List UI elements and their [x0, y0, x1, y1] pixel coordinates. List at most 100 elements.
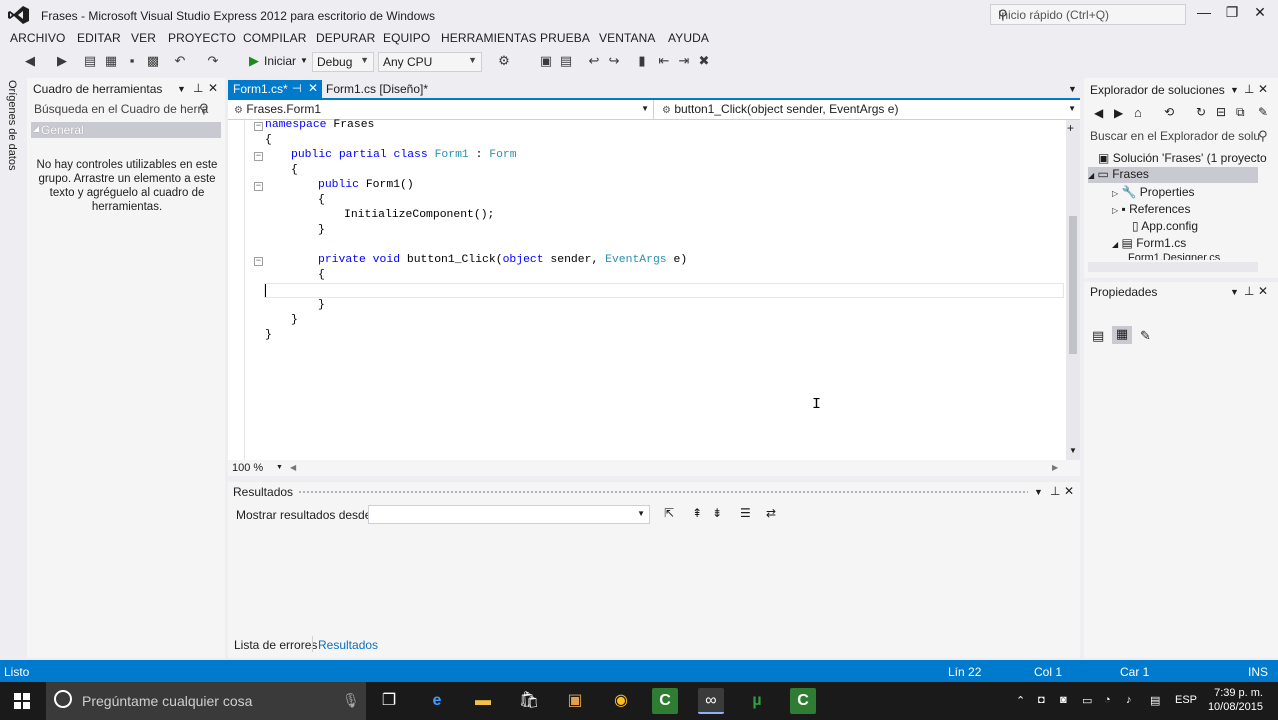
panel-menu-icon[interactable]: ▼ [1230, 287, 1239, 297]
menu-ventana[interactable]: VENTANA [599, 31, 656, 45]
toolbox-search-input[interactable]: Búsqueda en el Cuadro de herra ⚲ [27, 99, 225, 120]
fold-toggle[interactable]: − [254, 122, 263, 131]
tree-item-form1-cs[interactable]: ◢ ▤ Form1.cs [1112, 236, 1186, 250]
new-project-icon[interactable]: ▤ [82, 53, 98, 69]
save-all-icon[interactable]: ▩ [145, 53, 161, 69]
scroll-left-icon[interactable]: ◀ [290, 463, 296, 472]
pin-icon[interactable]: ⊣ [292, 82, 302, 95]
taskbar-clock[interactable]: 7:39 p. m. 10/08/2015 [1205, 686, 1263, 714]
file-explorer-icon[interactable]: ▬ [470, 688, 496, 714]
camtasia-recorder-icon[interactable]: C [790, 688, 816, 714]
word-wrap-icon[interactable]: ⇄ [766, 506, 776, 520]
show-all-files-icon[interactable]: ⧉ [1236, 105, 1245, 120]
solution-search-input[interactable]: Buscar en el Explorador de solu ⚲ [1084, 126, 1278, 146]
zoom-level[interactable]: 100 % [232, 462, 263, 474]
camtasia-icon[interactable]: C [652, 688, 678, 714]
panel-menu-icon[interactable]: ▼ [1230, 85, 1239, 95]
type-dropdown[interactable]: ⚙ Frases.Form1 ▼ [228, 100, 654, 119]
forward-icon[interactable]: ▶ [1114, 106, 1123, 120]
configuration-select[interactable]: Debug ▼ [312, 52, 374, 72]
tree-item-references[interactable]: ▷ ▪ References [1112, 202, 1190, 216]
menu-prueba[interactable]: PRUEBA [540, 31, 590, 45]
task-view-icon[interactable]: ❐ [376, 688, 402, 714]
property-pages-icon[interactable]: ✎ [1140, 328, 1151, 344]
close-icon[interactable]: ✕ [1258, 284, 1268, 298]
fold-toggle[interactable]: − [254, 182, 263, 191]
tab-overflow-icon[interactable]: ▼ [1068, 84, 1077, 94]
code-editor[interactable]: − − − − namespace Frases { public partia… [228, 119, 1080, 460]
horizontal-scrollbar[interactable]: 100 % ▼ ◀ ▶ [228, 460, 1080, 476]
menu-ver[interactable]: VER [131, 31, 156, 45]
menu-herramientas[interactable]: HERRAMIENTAS [441, 31, 537, 45]
chrome-icon[interactable]: ◉ [608, 688, 634, 714]
edge-browser-icon[interactable]: e [424, 688, 450, 714]
tray-app-icon[interactable]: ◘ [1038, 694, 1045, 706]
prev-message-icon[interactable]: ⇞ [692, 506, 702, 520]
tab-error-list[interactable]: Lista de errores [234, 638, 317, 652]
prev-bookmark-icon[interactable]: ⇤ [656, 53, 672, 69]
menu-proyecto[interactable]: PROYECTO [168, 31, 236, 45]
refresh-icon[interactable]: ↻ [1196, 105, 1206, 119]
history-icon[interactable]: ⟲ [1164, 105, 1174, 119]
volume-icon[interactable]: ♪ [1126, 694, 1132, 706]
data-sources-tab[interactable]: Orígenes de datos [6, 80, 18, 171]
tray-app-icon[interactable]: ◙ [1060, 694, 1067, 706]
close-button[interactable]: ✕ [1246, 4, 1274, 24]
close-icon[interactable]: ✕ [1258, 82, 1268, 96]
solution-horizontal-scrollbar[interactable] [1088, 262, 1258, 272]
undo-icon[interactable]: ↶ [172, 53, 188, 69]
microphone-icon[interactable]: 🎙 [342, 692, 360, 709]
maximize-button[interactable]: ❐ [1218, 4, 1246, 24]
find-message-icon[interactable]: ⇱ [664, 506, 674, 520]
collapse-all-icon[interactable]: ⊟ [1216, 105, 1226, 119]
pin-icon[interactable]: ⊥ [1244, 284, 1254, 298]
wrench-icon[interactable]: ✎ [1258, 105, 1268, 119]
pin-icon[interactable]: ⊥ [1244, 82, 1254, 96]
fold-toggle[interactable]: − [254, 257, 263, 266]
properties-icon[interactable]: ▤ [558, 53, 574, 69]
power-icon[interactable]: ▭ [1082, 694, 1092, 707]
categorized-icon[interactable]: ▤ [1092, 328, 1104, 344]
tree-item-form1-designer[interactable]: Form1.Designer.cs [1128, 252, 1220, 260]
cortana-search-box[interactable]: Pregúntame cualquier cosa 🎙 [46, 682, 366, 720]
tree-item-properties[interactable]: ▷ 🔧 Properties [1112, 185, 1195, 199]
tree-item-project[interactable]: ◢ ▭ Frases [1088, 167, 1258, 183]
bookmark-icon[interactable]: ▮ [634, 53, 650, 69]
vertical-scrollbar[interactable]: + ▼ [1066, 120, 1080, 460]
panel-menu-icon[interactable]: ▼ [1034, 487, 1043, 497]
tab-form1-designer[interactable]: Form1.cs [Diseño]* [326, 82, 428, 96]
start-button[interactable]: Iniciar [264, 54, 296, 68]
zoom-dropdown-icon[interactable]: ▼ [276, 464, 283, 471]
utorrent-icon[interactable]: µ [744, 688, 770, 714]
tab-output[interactable]: Resultados [318, 638, 378, 652]
clear-bookmarks-icon[interactable]: ✖ [696, 53, 712, 69]
navigate-backward-icon[interactable]: ↩ [586, 53, 602, 69]
menu-equipo[interactable]: EQUIPO [383, 31, 430, 45]
menu-editar[interactable]: EDITAR [77, 31, 121, 45]
save-icon[interactable]: ▪ [124, 53, 140, 69]
menu-compilar[interactable]: COMPILAR [243, 31, 306, 45]
forward-icon[interactable]: ▶ [54, 53, 70, 69]
next-message-icon[interactable]: ⇟ [712, 506, 722, 520]
home-icon[interactable]: ⌂ [1134, 105, 1142, 120]
toolbox-group-general[interactable]: ◢ General [31, 122, 221, 138]
scroll-right-icon[interactable]: ▶ [1052, 463, 1058, 472]
media-app-icon[interactable]: ▣ [562, 688, 588, 714]
next-bookmark-icon[interactable]: ⇥ [676, 53, 692, 69]
show-output-from-select[interactable]: ▼ [368, 505, 650, 524]
tab-form1-cs[interactable]: Form1.cs* ⊣ ✕ [228, 80, 322, 100]
back-icon[interactable]: ◀ [22, 53, 38, 69]
platform-select[interactable]: Any CPU ▼ [378, 52, 482, 72]
minimize-button[interactable]: — [1190, 4, 1218, 24]
network-icon[interactable]: ◔ [1104, 694, 1111, 706]
close-icon[interactable]: ✕ [1064, 484, 1074, 498]
navigate-forward-icon[interactable]: ↪ [606, 53, 622, 69]
menu-depurar[interactable]: DEPURAR [316, 31, 375, 45]
clear-all-icon[interactable]: ☰ [740, 506, 751, 520]
solution-explorer-icon[interactable]: ▣ [538, 53, 554, 69]
alphabetical-icon[interactable]: ▦ [1112, 326, 1132, 344]
open-file-icon[interactable]: ▦ [103, 53, 119, 69]
start-button[interactable] [0, 682, 44, 720]
fold-toggle[interactable]: − [254, 152, 263, 161]
close-icon[interactable]: ✕ [208, 81, 218, 95]
